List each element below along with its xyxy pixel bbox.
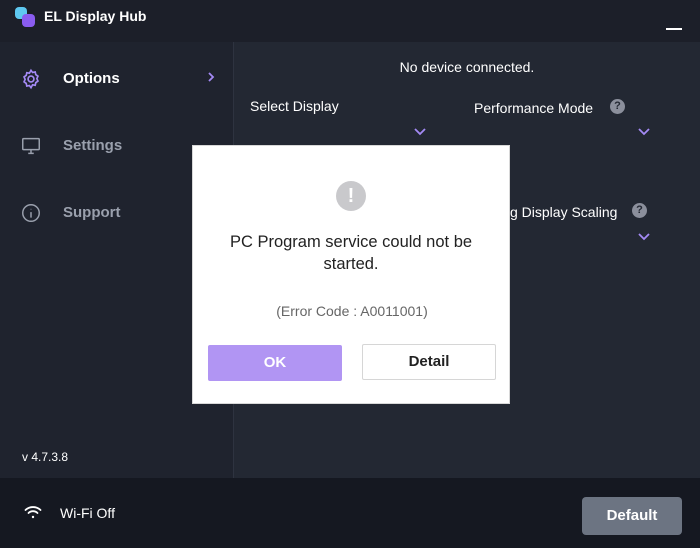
error-code: (Error Code : A0011001) bbox=[276, 303, 428, 319]
sidebar-item-label: Options bbox=[63, 70, 120, 87]
default-button[interactable]: Default bbox=[582, 497, 682, 535]
title-bar: EL Display Hub bbox=[0, 0, 700, 42]
error-message: PC Program service could not be started. bbox=[229, 233, 473, 273]
sidebar-item-options[interactable]: Options bbox=[0, 56, 233, 100]
version-label: v 4.7.3.8 bbox=[22, 450, 69, 464]
wifi-icon bbox=[24, 506, 42, 519]
error-dialog: ! PC Program service could not be starte… bbox=[192, 145, 510, 404]
help-icon[interactable]: ? bbox=[632, 203, 647, 218]
sidebar-item-label: Support bbox=[63, 204, 121, 221]
gear-icon bbox=[23, 68, 39, 90]
ok-button[interactable]: OK bbox=[208, 345, 342, 381]
app-title: EL Display Hub bbox=[44, 8, 147, 24]
performance-mode-dropdown[interactable] bbox=[638, 128, 650, 136]
detail-button[interactable]: Detail bbox=[362, 344, 496, 380]
info-icon bbox=[22, 204, 40, 222]
performance-mode-label: Performance Mode bbox=[474, 100, 594, 116]
help-icon[interactable]: ? bbox=[610, 99, 625, 114]
select-display-dropdown[interactable] bbox=[414, 128, 426, 136]
app-window: EL Display Hub Options Settings Support … bbox=[0, 0, 700, 548]
monitor-icon bbox=[22, 137, 40, 155]
chevron-right-icon bbox=[208, 72, 215, 82]
display-scaling-label: g Display Scaling bbox=[510, 204, 618, 220]
footer-bar: Wi-Fi Off Default bbox=[0, 478, 700, 548]
connection-status: No device connected. bbox=[399, 59, 535, 75]
sidebar-item-label: Settings bbox=[63, 137, 123, 154]
wifi-status-label: Wi-Fi Off bbox=[60, 505, 115, 521]
alert-icon: ! bbox=[336, 181, 366, 211]
minimize-icon[interactable] bbox=[666, 28, 682, 30]
app-logo-icon bbox=[15, 7, 35, 27]
display-scaling-dropdown[interactable] bbox=[638, 233, 650, 241]
select-display-label: Select Display bbox=[250, 98, 339, 114]
